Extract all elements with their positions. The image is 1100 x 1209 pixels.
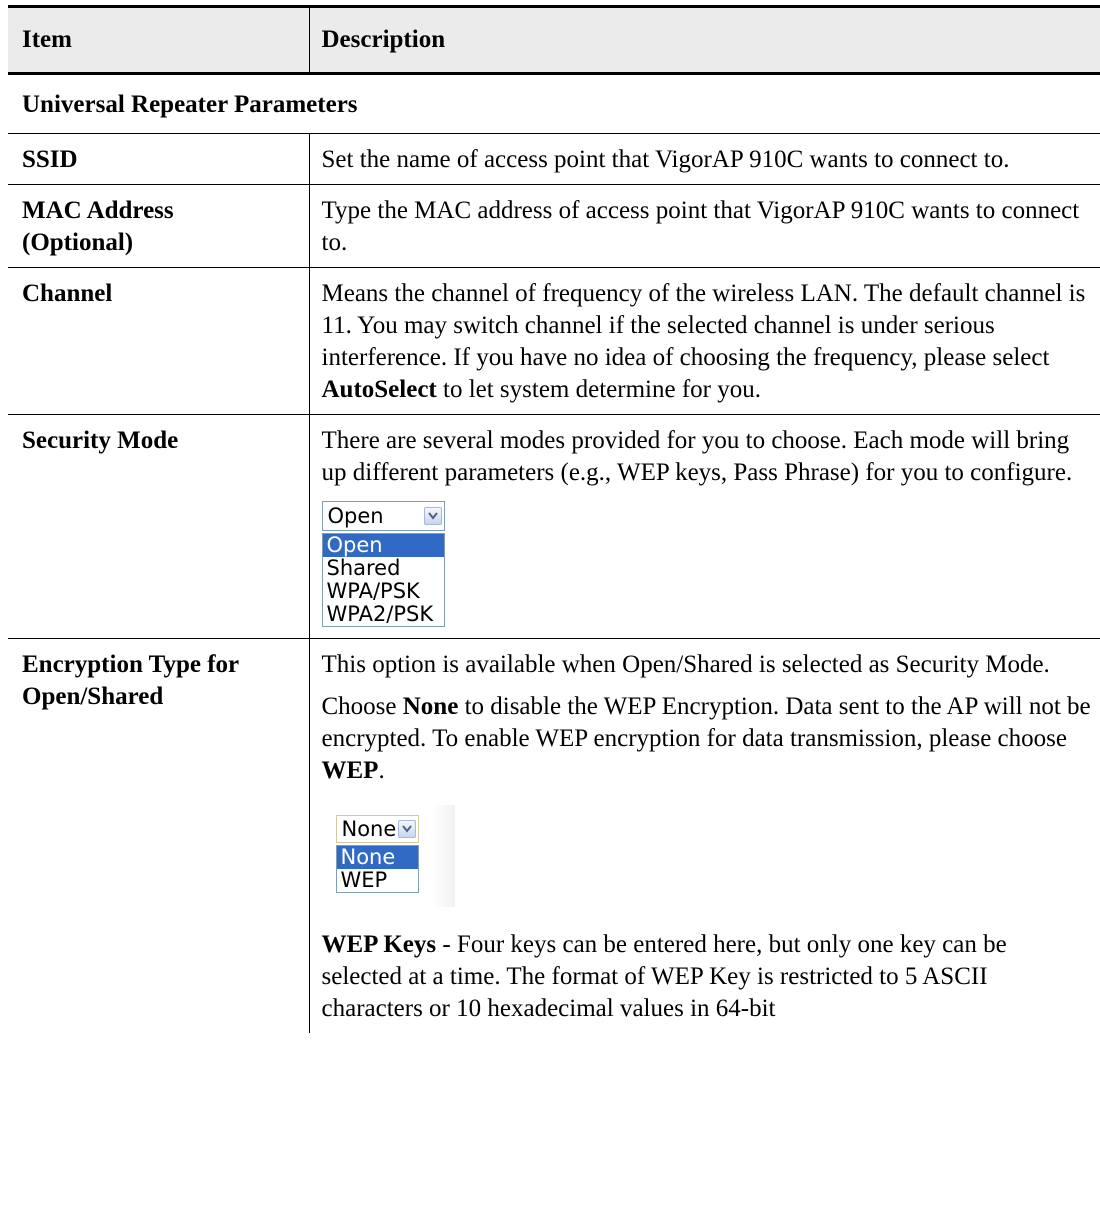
encryption-para-3: WEP Keys - Four keys can be entered here… xyxy=(322,929,1093,1025)
item-mac-line1: MAC Address xyxy=(22,197,174,224)
encryption-para-1: This option is available when Open/Share… xyxy=(321,651,1050,678)
security-mode-dropdown[interactable]: Open Open Shared WPA/PSK WPA2/PSK xyxy=(321,501,445,627)
option-open[interactable]: Open xyxy=(322,534,444,557)
item-mac: MAC Address (Optional) xyxy=(8,184,309,268)
option-wpa-psk[interactable]: WPA/PSK xyxy=(323,580,444,603)
item-channel: Channel xyxy=(8,267,309,415)
option-shared[interactable]: Shared xyxy=(323,557,444,580)
security-mode-options: Open Shared WPA/PSK WPA2/PSK xyxy=(321,533,445,627)
header-description: Description xyxy=(308,5,1100,75)
enc-p2-bold-wep: WEP xyxy=(321,757,379,784)
item-mac-line2: (Optional) xyxy=(22,229,134,256)
option-wpa2-psk[interactable]: WPA2/PSK xyxy=(323,603,444,626)
header-item: Item xyxy=(8,5,309,75)
encryption-type-dropdown[interactable]: None None WEP xyxy=(335,805,455,907)
encryption-para-2: Choose None to disable the WEP Encryptio… xyxy=(322,691,1093,787)
desc-security-mode-text: There are several modes provided for you… xyxy=(321,427,1073,486)
desc-channel-bold: AutoSelect xyxy=(321,376,437,403)
option-wep[interactable]: WEP xyxy=(337,869,418,892)
desc-encryption: This option is available when Open/Share… xyxy=(308,638,1100,1033)
encryption-type-selected: None xyxy=(341,816,397,841)
item-encryption-line2: Open/Shared xyxy=(22,683,164,710)
parameter-table: Item Description Universal Repeater Para… xyxy=(8,5,1100,1033)
table-row-channel: Channel Means the channel of frequency o… xyxy=(8,267,1100,415)
option-none[interactable]: None xyxy=(336,846,418,869)
encryption-type-options: None WEP xyxy=(335,845,419,893)
enc-p3-bold: WEP Keys xyxy=(321,931,437,958)
table-row-security-mode: Security Mode There are several modes pr… xyxy=(8,414,1100,639)
enc-p2-bold-none: None xyxy=(402,693,459,720)
table-row-ssid: SSID Set the name of access point that V… xyxy=(8,133,1100,185)
desc-channel: Means the channel of frequency of the wi… xyxy=(308,267,1100,415)
item-ssid: SSID xyxy=(8,133,309,185)
table-header-row: Item Description xyxy=(8,5,1100,75)
desc-channel-post: to let system determine for you. xyxy=(436,376,761,403)
section-row: Universal Repeater Parameters xyxy=(8,73,1100,134)
item-encryption-line1: Encryption Type for xyxy=(22,651,240,678)
desc-mac: Type the MAC address of access point tha… xyxy=(308,184,1100,268)
security-mode-selected: Open xyxy=(327,503,384,528)
chevron-down-icon[interactable] xyxy=(397,820,416,838)
encryption-type-select[interactable]: None xyxy=(335,815,419,843)
desc-security-mode: There are several modes provided for you… xyxy=(308,414,1100,639)
item-security-mode: Security Mode xyxy=(8,414,309,639)
desc-channel-pre: Means the channel of frequency of the wi… xyxy=(321,280,1086,371)
desc-ssid: Set the name of access point that VigorA… xyxy=(308,133,1100,185)
section-title: Universal Repeater Parameters xyxy=(8,73,1100,134)
item-encryption: Encryption Type for Open/Shared xyxy=(8,639,309,1034)
enc-p2-pre: Choose xyxy=(321,693,403,720)
table-row-mac: MAC Address (Optional) Type the MAC addr… xyxy=(8,184,1100,268)
table-row-encryption: Encryption Type for Open/Shared This opt… xyxy=(8,638,1100,1034)
enc-p2-post: . xyxy=(378,757,385,784)
security-mode-select[interactable]: Open xyxy=(321,501,445,531)
chevron-down-icon[interactable] xyxy=(423,507,442,525)
